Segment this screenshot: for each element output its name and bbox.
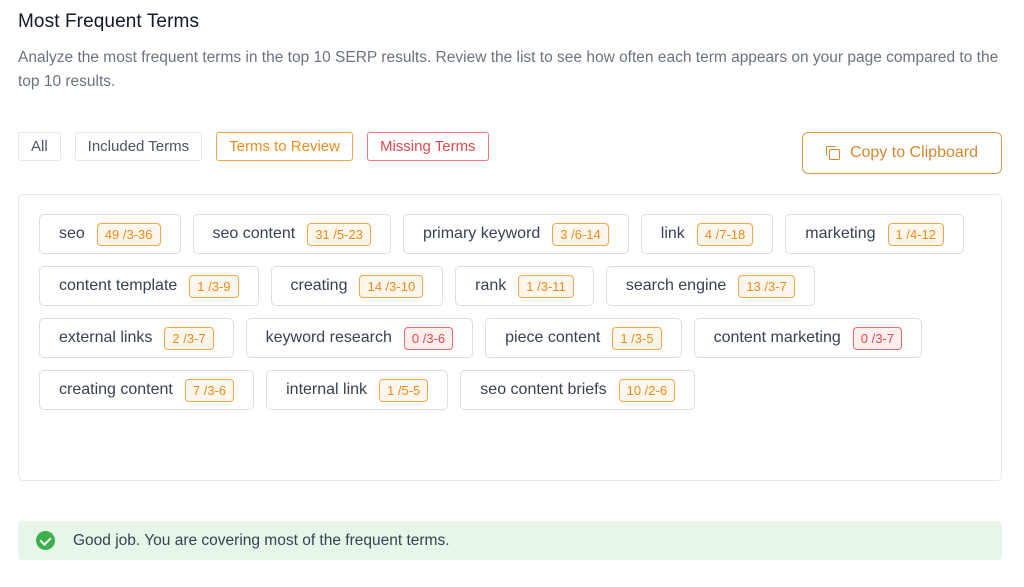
term-label: external links xyxy=(59,329,153,346)
term-label: marketing xyxy=(805,225,876,242)
copy-icon xyxy=(825,146,840,160)
term-chip[interactable]: seo content 31 /5-23 xyxy=(192,214,391,254)
term-count-badge: 3 /6-14 xyxy=(552,222,609,246)
term-chip[interactable]: search engine 13 /3-7 xyxy=(605,266,815,306)
term-chip[interactable]: seo content briefs 10 /2-6 xyxy=(460,370,696,410)
terms-list: seo 49 /3-36 seo content 31 /5-23 primary ke… xyxy=(39,214,979,410)
term-count-badge: 7 /3-6 xyxy=(184,378,235,402)
terms-panel: seo 49 /3-36 seo content 31 /5-23 primary ke… xyxy=(18,194,1002,481)
term-count-badge: 1 /5-5 xyxy=(379,378,429,402)
term-count-badge: 49 /3-36 xyxy=(96,222,161,246)
term-chip[interactable]: internal link 1 /5-5 xyxy=(266,370,449,410)
term-label: creating xyxy=(290,277,348,294)
term-label: primary keyword xyxy=(422,225,541,242)
copy-to-clipboard-label: Copy to Clipboard xyxy=(849,144,979,161)
status-message-text: Good job. You are covering most of the f… xyxy=(73,531,450,549)
term-chip[interactable]: link 4 /7-18 xyxy=(640,214,774,254)
check-circle-icon xyxy=(36,531,55,550)
term-chip[interactable]: seo 49 /3-36 xyxy=(39,214,181,254)
term-chip[interactable]: primary keyword 3 /6-14 xyxy=(402,214,629,254)
term-label: creating content xyxy=(59,381,173,398)
term-label: seo xyxy=(59,225,85,242)
term-count-badge: 14 /3-10 xyxy=(359,274,424,298)
term-label: keyword research xyxy=(265,329,392,346)
term-chip[interactable]: content marketing 0 /3-7 xyxy=(693,318,923,358)
term-count-badge: 1 /4-12 xyxy=(887,222,945,246)
term-chip[interactable]: piece content 1 /3-5 xyxy=(485,318,682,358)
term-count-badge: 1 /3-9 xyxy=(189,274,239,298)
term-chip[interactable]: content template 1 /3-9 xyxy=(39,266,259,306)
term-chip[interactable]: creating 14 /3-10 xyxy=(270,266,444,306)
term-label: piece content xyxy=(505,329,601,346)
term-label: seo content briefs xyxy=(480,381,607,398)
term-count-badge: 0 /3-7 xyxy=(852,326,903,350)
term-count-badge: 0 /3-6 xyxy=(403,326,454,350)
term-count-badge: 13 /3-7 xyxy=(738,274,795,298)
term-chip[interactable]: marketing 1 /4-12 xyxy=(785,214,965,254)
filter-missing-terms-button[interactable]: Missing Terms xyxy=(366,132,489,161)
term-label: rank xyxy=(475,277,507,294)
copy-to-clipboard-button[interactable]: Copy to Clipboard xyxy=(802,132,1002,174)
page-description: Analyze the most frequent terms in the t… xyxy=(18,49,999,90)
term-label: link xyxy=(660,225,685,242)
term-label: search engine xyxy=(625,277,727,294)
term-label: content marketing xyxy=(713,329,841,346)
term-chip[interactable]: creating content 7 /3-6 xyxy=(39,370,255,410)
term-chip[interactable]: rank 1 /3-11 xyxy=(455,266,594,306)
term-count-badge: 10 /2-6 xyxy=(618,378,676,402)
term-label: content template xyxy=(59,277,178,294)
term-count-badge: 2 /3-7 xyxy=(164,326,214,350)
term-label: seo content xyxy=(212,225,296,242)
status-message: Good job. You are covering most of the f… xyxy=(18,521,1002,560)
filter-all-button[interactable]: All xyxy=(18,132,61,161)
term-count-badge: 1 /3-11 xyxy=(518,274,574,298)
term-chip[interactable]: keyword research 0 /3-6 xyxy=(245,318,474,358)
term-count-badge: 4 /7-18 xyxy=(696,222,754,246)
filter-bar: All Included Terms Terms to Review Missi… xyxy=(18,132,489,161)
term-count-badge: 1 /3-5 xyxy=(612,326,662,350)
filter-included-terms-button[interactable]: Included Terms xyxy=(74,132,203,161)
page-title: Most Frequent Terms xyxy=(18,11,200,32)
filter-terms-to-review-button[interactable]: Terms to Review xyxy=(216,132,353,161)
term-count-badge: 31 /5-23 xyxy=(307,222,371,246)
term-chip[interactable]: external links 2 /3-7 xyxy=(39,318,234,358)
term-label: internal link xyxy=(286,381,368,398)
